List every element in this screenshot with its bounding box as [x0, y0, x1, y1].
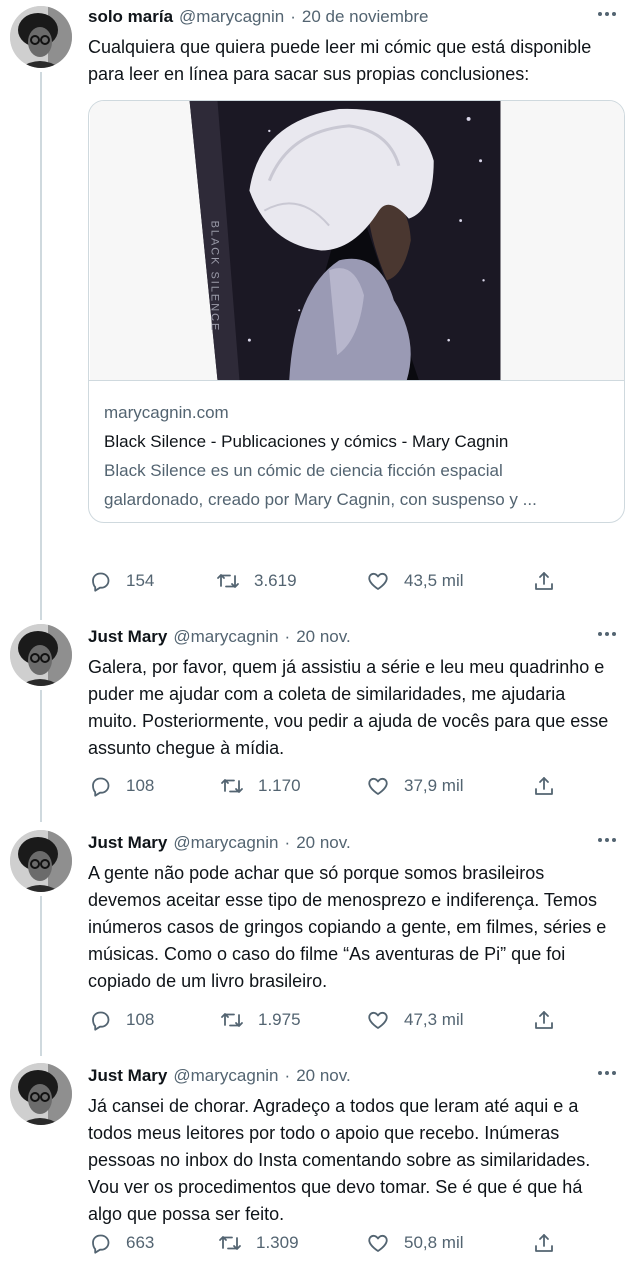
reply-count: 108 — [126, 776, 155, 795]
tweet[interactable]: Just Mary @marycagnin · 20 nov. Já canse… — [0, 1059, 630, 1275]
like-button[interactable]: 43,5 mil — [366, 569, 464, 593]
more-options-icon[interactable] — [598, 632, 616, 636]
heart-icon — [368, 777, 388, 795]
more-options-icon[interactable] — [598, 1071, 616, 1075]
retweet-button[interactable]: 3.619 — [216, 569, 297, 593]
card-description-line: Black Silence es un cómic de ciencia fic… — [104, 461, 503, 480]
card-title: Black Silence - Publicaciones y cómics -… — [104, 432, 509, 451]
share-button[interactable] — [532, 774, 556, 798]
tweet-date[interactable]: 20 nov. — [296, 1066, 351, 1086]
tweet-header: Just Mary @marycagnin · 20 nov. — [88, 626, 616, 648]
tweet-text: A gente não pode achar que só porque som… — [88, 863, 607, 991]
retweet-count: 3.619 — [254, 571, 297, 590]
reply-icon — [92, 1234, 110, 1254]
avatar[interactable] — [10, 830, 72, 892]
share-icon — [535, 777, 553, 795]
separator-dot: · — [284, 627, 291, 646]
card-image: BLACK SILENCE — [89, 101, 624, 381]
like-count: 43,5 mil — [404, 571, 464, 590]
tweet-actions: 154 3.619 43,5 mil — [88, 566, 568, 596]
tweet-actions: 108 1.975 47,3 mil — [88, 1005, 568, 1035]
avatar[interactable] — [10, 624, 72, 686]
tweet[interactable]: solo maría @marycagnin · 20 de noviembre… — [0, 0, 630, 610]
tweet-header: solo maría @marycagnin · 20 de noviembre — [88, 6, 616, 28]
separator-dot: · — [290, 7, 296, 26]
heart-icon — [368, 1011, 388, 1029]
heart-icon — [368, 1234, 388, 1252]
more-options-icon[interactable] — [598, 12, 616, 16]
tweet-text: Cualquiera que quiera puede leer mi cómi… — [88, 37, 592, 84]
tweet-text: Galera, por favor, quem já assistiu a sé… — [88, 657, 609, 758]
reply-icon — [92, 1011, 110, 1031]
reply-button[interactable]: 663 — [88, 1231, 154, 1255]
retweet-count: 1.170 — [258, 776, 301, 795]
author-handle[interactable]: @marycagnin — [173, 833, 278, 853]
reply-count: 154 — [126, 571, 155, 590]
like-count: 37,9 mil — [404, 776, 464, 795]
share-button[interactable] — [532, 569, 556, 593]
avatar[interactable] — [10, 1063, 72, 1125]
more-options-icon[interactable] — [598, 838, 616, 842]
reply-count: 663 — [126, 1233, 155, 1252]
retweet-count: 1.309 — [256, 1233, 299, 1252]
cover-spine-title: BLACK SILENCE — [209, 221, 221, 333]
tweet-thread: solo maría @marycagnin · 20 de noviembre… — [0, 0, 630, 1275]
author-handle[interactable]: @marycagnin — [173, 627, 278, 647]
share-icon — [535, 572, 553, 590]
tweet[interactable]: Just Mary @marycagnin · 20 nov. Galera, … — [0, 620, 630, 820]
author-name[interactable]: Just Mary — [88, 1066, 167, 1086]
retweet-button[interactable]: 1.170 — [220, 774, 301, 798]
tweet-text: Já cansei de chorar. Agradeço a todos qu… — [88, 1096, 591, 1224]
share-button[interactable] — [532, 1231, 556, 1255]
like-button[interactable]: 47,3 mil — [366, 1008, 464, 1032]
tweet-date[interactable]: 20 nov. — [296, 833, 351, 853]
share-icon — [535, 1011, 553, 1029]
reply-icon — [92, 572, 110, 592]
like-button[interactable]: 50,8 mil — [366, 1231, 464, 1255]
like-count: 47,3 mil — [404, 1010, 464, 1029]
retweet-icon — [217, 574, 239, 588]
like-button[interactable]: 37,9 mil — [366, 774, 464, 798]
tweet-date[interactable]: 20 de noviembre — [302, 7, 429, 27]
card-domain: marycagnin.com — [104, 403, 229, 422]
reply-button[interactable]: 108 — [88, 1008, 154, 1032]
separator-dot: · — [284, 1066, 291, 1085]
heart-icon — [368, 572, 388, 590]
retweet-icon — [221, 779, 243, 793]
avatar[interactable] — [10, 6, 72, 68]
tweet-header: Just Mary @marycagnin · 20 nov. — [88, 1065, 616, 1087]
author-name[interactable]: Just Mary — [88, 627, 167, 647]
share-icon — [535, 1234, 553, 1252]
tweet-header: Just Mary @marycagnin · 20 nov. — [88, 832, 616, 854]
tweet-date[interactable]: 20 nov. — [296, 627, 351, 647]
retweet-icon — [221, 1013, 243, 1027]
author-name[interactable]: solo maría — [88, 7, 173, 27]
author-handle[interactable]: @marycagnin — [179, 7, 284, 27]
retweet-button[interactable]: 1.975 — [220, 1008, 301, 1032]
reply-count: 108 — [126, 1010, 155, 1029]
card-description-line: galardonado, creado por Mary Cagnin, con… — [104, 490, 537, 509]
share-button[interactable] — [532, 1008, 556, 1032]
reply-button[interactable]: 154 — [88, 569, 154, 593]
tweet-actions: 663 1.309 50,8 mil — [88, 1228, 568, 1258]
retweet-icon — [219, 1236, 241, 1250]
tweet-actions: 108 1.170 37,9 mil — [88, 771, 568, 801]
tweet[interactable]: Just Mary @marycagnin · 20 nov. A gente … — [0, 826, 630, 1052]
card-description: Black Silence es un cómic de ciencia fic… — [104, 456, 609, 514]
link-preview-card[interactable]: BLACK SILENCE marycagnin.com Black Silen… — [88, 100, 625, 523]
reply-icon — [92, 777, 110, 797]
separator-dot: · — [284, 833, 291, 852]
retweet-button[interactable]: 1.309 — [218, 1231, 299, 1255]
reply-button[interactable]: 108 — [88, 774, 154, 798]
like-count: 50,8 mil — [404, 1233, 464, 1252]
author-name[interactable]: Just Mary — [88, 833, 167, 853]
author-handle[interactable]: @marycagnin — [173, 1066, 278, 1086]
retweet-count: 1.975 — [258, 1010, 301, 1029]
